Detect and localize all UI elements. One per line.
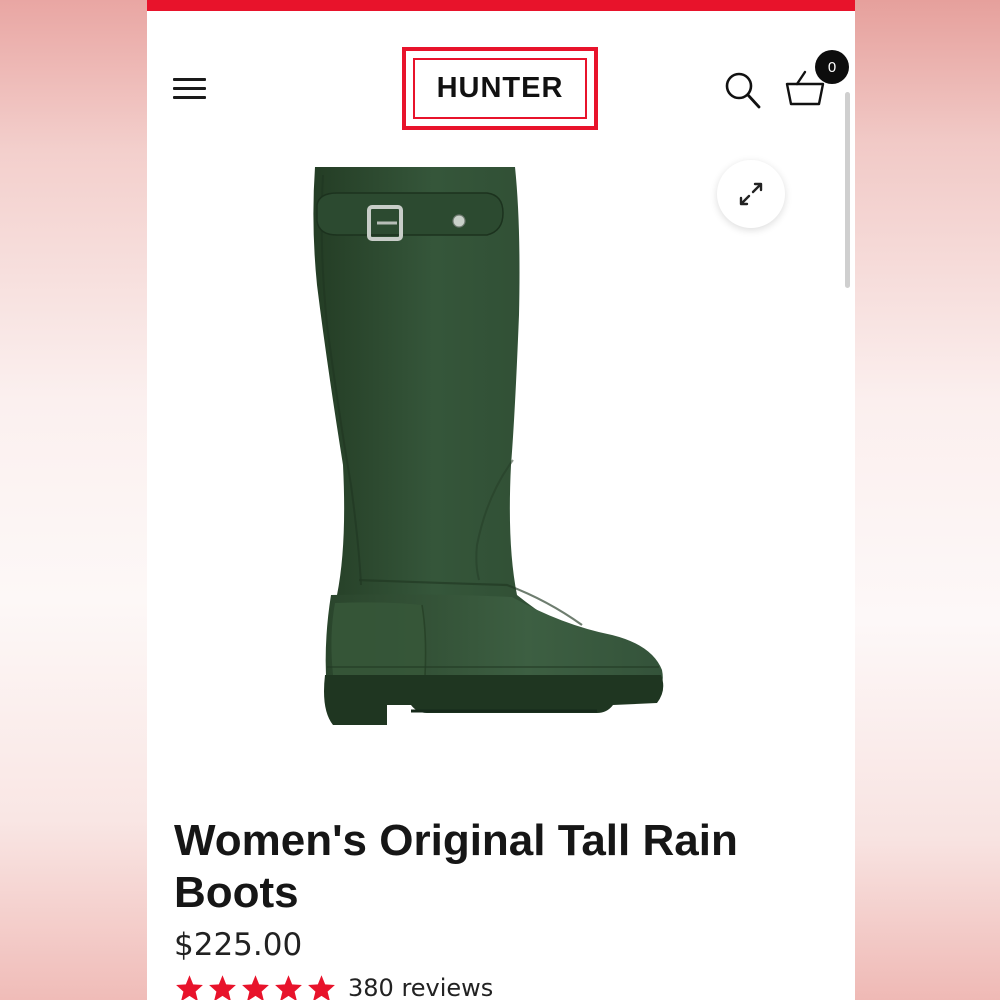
star-icon	[242, 975, 269, 1000]
brand-logo[interactable]: HUNTER	[402, 47, 598, 130]
product-title: Women's Original Tall Rain Boots	[174, 816, 738, 917]
review-count-link[interactable]: 380 reviews	[348, 974, 493, 1000]
rating-summary[interactable]: 380 reviews	[174, 970, 493, 1000]
star-icon	[275, 975, 302, 1000]
product-image-boot[interactable]	[307, 165, 707, 735]
search-icon[interactable]	[724, 70, 762, 110]
star-icon	[176, 975, 203, 1000]
background-left	[0, 0, 147, 1000]
scrollbar[interactable]	[845, 92, 850, 288]
hamburger-menu-icon[interactable]	[173, 76, 207, 102]
top-accent-bar	[147, 0, 855, 11]
expand-icon[interactable]	[717, 160, 785, 228]
product-page: HUNTER 0 Women's Original Tall Rain Boot…	[147, 0, 855, 1000]
star-icon	[308, 975, 335, 1000]
product-price: $225.00	[174, 927, 303, 963]
brand-name: HUNTER	[436, 72, 564, 104]
background-right	[855, 0, 1000, 1000]
star-icon	[209, 975, 236, 1000]
cart-count-badge: 0	[815, 50, 849, 84]
